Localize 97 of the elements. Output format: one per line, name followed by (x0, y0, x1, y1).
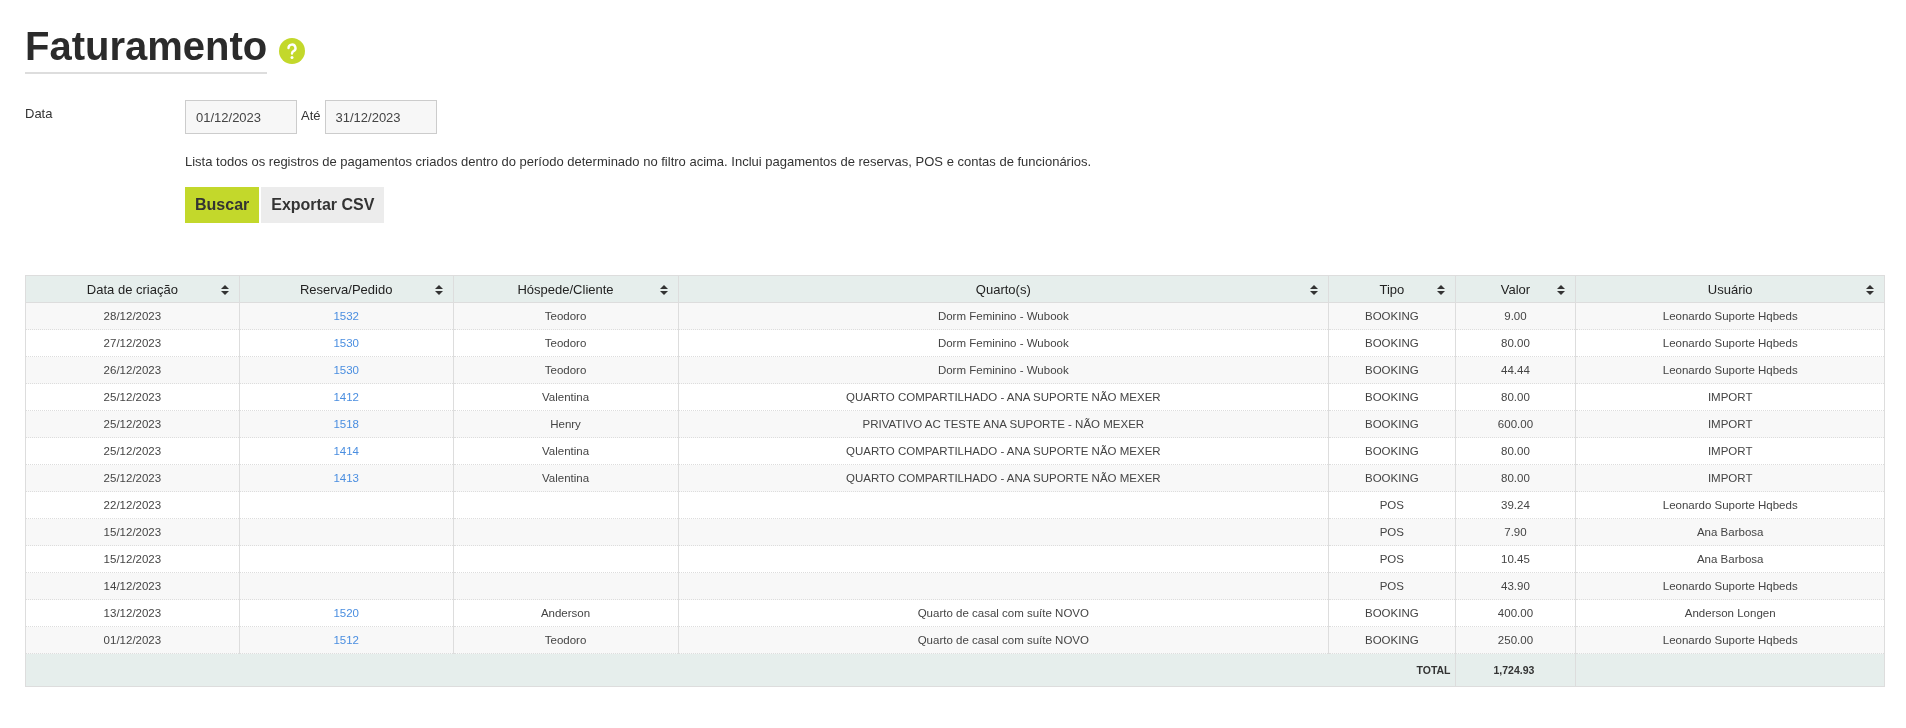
description-text: Lista todos os registros de pagamentos criados dentro do período determinado no filtro acima. Inclui pagamentos de reservas, POS e contas de funcionários. (185, 154, 1092, 169)
column-header[interactable]: Data de criação (25, 275, 240, 303)
date-cell: 25/12/2023 (103, 391, 162, 403)
guest-cell: Teodoro (544, 634, 587, 646)
date-cell: 14/12/2023 (103, 580, 162, 592)
value-cell: 39.24 (1501, 499, 1530, 511)
sort-icon[interactable] (659, 285, 668, 295)
user-cell: Ana Barbosa (1696, 526, 1764, 538)
guest-cell: Teodoro (544, 364, 587, 376)
column-header[interactable]: Quarto(s) (678, 275, 1329, 303)
value-cell: 400.00 (1497, 607, 1534, 619)
room-cell: Quarto de casal com suíte NOVO (917, 634, 1089, 646)
type-cell: BOOKING (1365, 364, 1419, 376)
value-cell: 9.00 (1504, 310, 1527, 322)
room-cell: QUARTO COMPARTILHADO - ANA SUPORTE NÃO MEXER (846, 472, 1161, 484)
value-cell: 80.00 (1501, 337, 1530, 349)
total-label: TOTAL (1416, 664, 1451, 676)
date-label: Data (25, 105, 54, 123)
order-link[interactable]: 1412 (333, 391, 359, 403)
date-cell: 28/12/2023 (103, 310, 162, 322)
date-cell: 22/12/2023 (103, 499, 162, 511)
search-button[interactable]: Buscar (185, 187, 260, 223)
value-cell: 80.00 (1501, 391, 1530, 403)
order-link[interactable]: 1530 (333, 337, 359, 349)
user-cell: Ana Barbosa (1696, 553, 1764, 565)
type-cell: POS (1379, 526, 1404, 538)
type-cell: BOOKING (1365, 607, 1419, 619)
date-cell: 25/12/2023 (103, 445, 162, 457)
date-cell: 26/12/2023 (103, 364, 162, 376)
sort-icon[interactable] (1557, 285, 1566, 295)
guest-cell: Valentina (541, 472, 590, 484)
value-cell: 600.00 (1497, 418, 1534, 430)
room-cell: Dorm Feminino - Wubook (937, 337, 1069, 349)
guest-cell: Henry (550, 418, 581, 430)
user-cell: IMPORT (1707, 418, 1753, 430)
column-header[interactable]: Hóspede/Cliente (453, 275, 678, 303)
type-cell: BOOKING (1365, 472, 1419, 484)
value-cell: 80.00 (1501, 472, 1530, 484)
type-cell: BOOKING (1365, 418, 1419, 430)
user-cell: Leonardo Suporte Hqbeds (1662, 580, 1798, 592)
user-cell: Leonardo Suporte Hqbeds (1662, 310, 1798, 322)
sort-icon[interactable] (1436, 285, 1445, 295)
date-cell: 01/12/2023 (103, 634, 162, 646)
date-cell: 27/12/2023 (103, 337, 162, 349)
date-cell: 25/12/2023 (103, 472, 162, 484)
guest-cell: Teodoro (544, 337, 587, 349)
type-cell: POS (1379, 580, 1404, 592)
user-cell: Leonardo Suporte Hqbeds (1662, 499, 1798, 511)
type-cell: BOOKING (1365, 310, 1419, 322)
user-cell: Leonardo Suporte Hqbeds (1662, 634, 1798, 646)
sort-icon[interactable] (1866, 285, 1874, 295)
start-date-field[interactable]: 01/12/2023 (185, 100, 297, 134)
export-button[interactable]: Exportar CSV (261, 187, 385, 223)
type-cell: BOOKING (1365, 445, 1419, 457)
column-header[interactable]: Reserva/Pedido (239, 275, 454, 303)
type-cell: BOOKING (1365, 634, 1419, 646)
page-title: Faturamento (25, 22, 268, 74)
room-cell: Dorm Feminino - Wubook (937, 310, 1069, 322)
column-header[interactable]: Tipo (1328, 275, 1456, 303)
date-cell: 15/12/2023 (103, 526, 162, 538)
sort-icon[interactable] (1310, 285, 1319, 295)
user-cell: Leonardo Suporte Hqbeds (1662, 364, 1798, 376)
type-cell: POS (1379, 553, 1404, 565)
type-cell: BOOKING (1365, 337, 1419, 349)
until-label: Até (301, 107, 321, 123)
guest-cell: Anderson (540, 607, 591, 619)
guest-cell: Valentina (541, 391, 590, 403)
total-value: 1,724.93 (1493, 664, 1535, 676)
column-header[interactable]: Usuário (1575, 275, 1885, 303)
sort-icon[interactable] (220, 285, 229, 295)
value-cell: 43.90 (1501, 580, 1530, 592)
user-cell: IMPORT (1707, 391, 1753, 403)
date-cell: 15/12/2023 (103, 553, 162, 565)
room-cell: PRIVATIVO AC TESTE ANA SUPORTE - NÃO MEXER (862, 418, 1145, 430)
user-cell: Anderson Longen (1684, 607, 1776, 619)
room-cell: Dorm Feminino - Wubook (937, 364, 1069, 376)
date-cell: 25/12/2023 (103, 418, 162, 430)
room-cell: Quarto de casal com suíte NOVO (917, 607, 1089, 619)
type-cell: BOOKING (1365, 391, 1419, 403)
guest-cell: Teodoro (544, 310, 587, 322)
sort-icon[interactable] (434, 285, 443, 295)
user-cell: IMPORT (1707, 472, 1753, 484)
room-cell: QUARTO COMPARTILHADO - ANA SUPORTE NÃO MEXER (846, 445, 1161, 457)
date-cell: 13/12/2023 (103, 607, 162, 619)
user-cell: Leonardo Suporte Hqbeds (1662, 337, 1798, 349)
type-cell: POS (1379, 499, 1404, 511)
column-header[interactable]: Valor (1455, 275, 1576, 303)
end-date-field[interactable]: 31/12/2023 (324, 100, 437, 134)
guest-cell: Valentina (541, 445, 590, 457)
value-cell: 10.45 (1501, 553, 1530, 565)
order-link[interactable]: 1520 (333, 607, 359, 619)
value-cell: 80.00 (1501, 445, 1530, 457)
value-cell: 44.44 (1501, 364, 1530, 376)
room-cell: QUARTO COMPARTILHADO - ANA SUPORTE NÃO MEXER (846, 391, 1161, 403)
value-cell: 250.00 (1497, 634, 1534, 646)
user-cell: IMPORT (1707, 445, 1753, 457)
value-cell: 7.90 (1504, 526, 1527, 538)
